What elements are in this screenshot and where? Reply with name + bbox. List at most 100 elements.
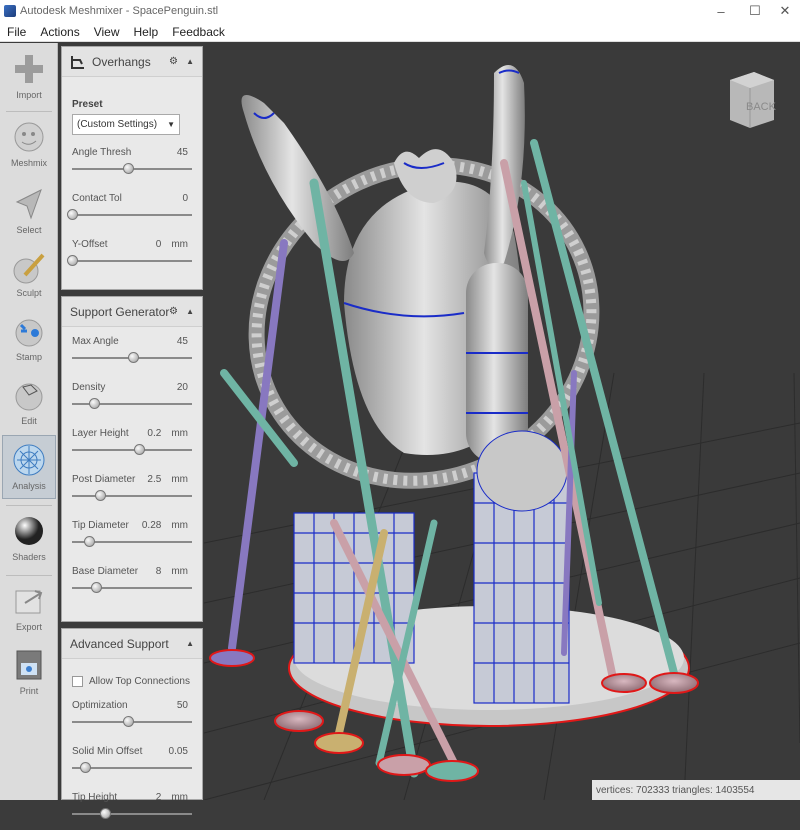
slider-value[interactable]: 0.05 [169,746,188,757]
tool-meshmix[interactable]: Meshmix [2,113,56,177]
overhangs-header[interactable]: Overhangs ⚙ ▲ [62,47,202,77]
menu-feedback[interactable]: Feedback [165,25,232,39]
slider-row: Angle Thresh 45 [62,139,202,185]
slider-track[interactable] [72,260,192,262]
tool-shaders[interactable]: Shaders [2,507,56,571]
tool-analysis[interactable]: Analysis [2,435,56,499]
slider-handle[interactable] [80,762,92,773]
slider-label: Tip Height [72,792,118,803]
view-cube-icon: BACK [730,72,777,128]
slider-track[interactable] [72,449,192,451]
close-icon[interactable]: ✕ [770,0,800,22]
slider-value-group: 0 [182,193,188,204]
slider-value[interactable]: 2 [156,792,162,803]
view-cube[interactable]: BACK [724,68,777,128]
slider-handle[interactable] [128,352,140,363]
slider-handle[interactable] [67,209,78,220]
3d-viewport[interactable]: BACK vertices: 702333 triangles: 1403554 [204,43,800,800]
slider-handle[interactable] [100,808,112,819]
preset-label: Preset [72,99,103,110]
divider [6,575,52,576]
checkbox-box[interactable] [72,676,83,687]
slider-value-group: 2 mm [156,792,188,803]
slider-handle[interactable] [122,716,134,727]
preset-value: (Custom Settings) [77,119,158,130]
divider [6,505,52,506]
slider-value[interactable]: 0 [156,239,162,250]
status-bar: vertices: 702333 triangles: 1403554 [592,780,800,800]
slider-handle[interactable] [122,163,134,174]
slider-handle[interactable] [83,536,95,547]
slider-track[interactable] [72,495,192,497]
slider-value-group: 45 [177,147,188,158]
panel-title: Support Generator [70,304,170,319]
slider-row: Post Diameter 2.5 mm [62,466,202,512]
slider-track[interactable] [72,214,192,216]
collapse-icon[interactable]: ▲ [186,307,194,316]
slider-value-group: 8 mm [156,566,188,577]
stamp-icon [11,313,47,349]
tool-label: Sculpt [16,288,42,298]
panel-title: Advanced Support [70,636,169,651]
collapse-icon[interactable]: ▲ [186,57,194,66]
slider-row: Optimization 50 [62,692,202,738]
model-dome [476,430,568,512]
slider-value-group: 50 [177,700,188,711]
menu-help[interactable]: Help [127,25,166,39]
printer-icon [11,647,47,683]
tool-sculpt[interactable]: Sculpt [2,243,56,307]
analysis-icon [11,442,47,478]
window-title: Autodesk Meshmixer - SpacePenguin.stl [20,5,219,17]
menu-view[interactable]: View [87,25,127,39]
support-generator-header[interactable]: Support Generator ⚙ ▲ [62,297,202,327]
tool-print[interactable]: Print [2,641,56,705]
maximize-icon[interactable]: ☐ [740,0,770,22]
divider [6,111,52,112]
slider-value[interactable]: 2.5 [147,474,161,485]
slider-value[interactable]: 20 [177,382,188,393]
slider-handle[interactable] [94,490,106,501]
tool-edit[interactable]: Edit [2,371,56,435]
tool-export[interactable]: Export [2,577,56,641]
slider-value-group: 0.2 mm [147,428,188,439]
slider-value[interactable]: 8 [156,566,162,577]
tool-select[interactable]: Select [2,180,56,244]
tool-import[interactable]: Import [2,45,56,109]
slider-unit: mm [171,474,188,485]
edit-icon [11,377,47,413]
slider-track[interactable] [72,587,192,589]
scene-canvas[interactable] [204,43,800,800]
menu-bar: File Actions View Help Feedback [0,22,800,42]
slider-value[interactable]: 45 [177,147,188,158]
minimize-icon[interactable]: – [706,0,736,22]
slider-label: Y-Offset [72,239,108,250]
gear-icon[interactable]: ⚙ [169,56,178,67]
slider-label: Tip Diameter [72,520,129,531]
collapse-icon[interactable]: ▲ [186,639,194,648]
menu-actions[interactable]: Actions [33,25,86,39]
tool-stamp[interactable]: Stamp [2,307,56,371]
slider-row: Base Diameter 8 mm [62,558,202,604]
slider-value[interactable]: 0.28 [142,520,161,531]
slider-value[interactable]: 0 [182,193,188,204]
slider-handle[interactable] [67,255,78,266]
slider-value-group: 45 [177,336,188,347]
slider-handle[interactable] [89,398,101,409]
slider-track[interactable] [72,813,192,815]
preset-dropdown[interactable]: (Custom Settings) ▼ [72,114,180,135]
advanced-support-header[interactable]: Advanced Support ▲ [62,629,202,659]
slider-value[interactable]: 0.2 [147,428,161,439]
slider-value-group: 0.05 [169,746,188,757]
slider-handle[interactable] [91,582,103,593]
panel-title: Overhangs [92,54,151,69]
meshmix-icon [11,119,47,155]
menu-file[interactable]: File [0,25,33,39]
slider-value[interactable]: 45 [177,336,188,347]
slider-value[interactable]: 50 [177,700,188,711]
overhang-sliders: Angle Thresh 45 Contact Tol 0 Y-Offset 0 mm [62,139,202,277]
slider-label: Base Diameter [72,566,139,577]
slider-handle[interactable] [133,444,145,455]
checkbox-label: Allow Top Connections [89,676,190,687]
gear-icon[interactable]: ⚙ [169,306,178,317]
allow-top-connections-checkbox[interactable]: Allow Top Connections [72,676,190,687]
